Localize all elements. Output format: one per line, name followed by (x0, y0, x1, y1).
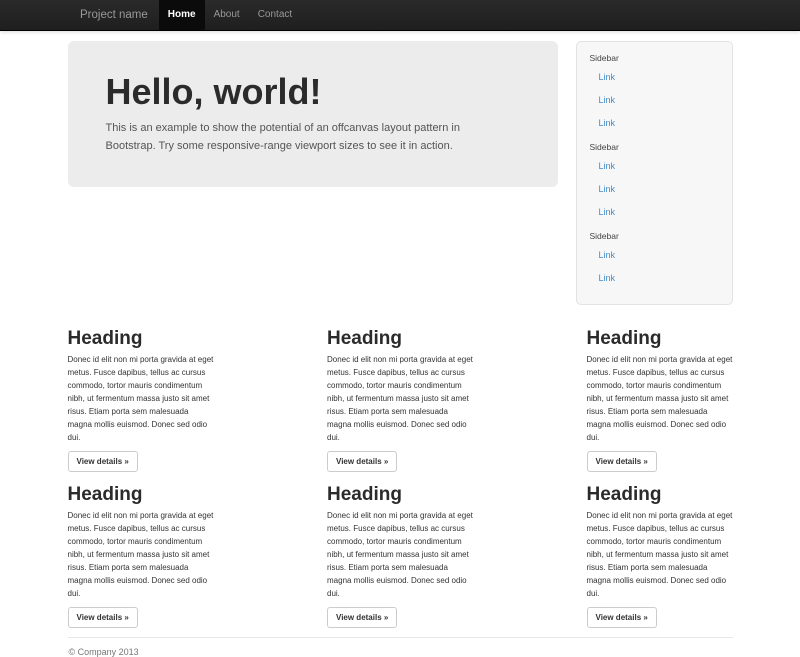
navbar-inner: Project name Home About Contact (70, 0, 800, 30)
card-heading: Heading (327, 484, 473, 506)
footer-divider (68, 637, 733, 638)
sidebar: Sidebar Link Link Link Sidebar Link Link… (576, 41, 733, 305)
content-card: Heading Donec id elit non mi porta gravi… (327, 328, 473, 472)
sidebar-link[interactable]: Link (589, 201, 720, 224)
cards-row-1: Heading Donec id elit non mi porta gravi… (68, 328, 733, 472)
cards-row-2: Heading Donec id elit non mi porta gravi… (68, 484, 733, 628)
page-container: Hello, world! This is an example to show… (68, 41, 733, 657)
jumbotron: Hello, world! This is an example to show… (68, 41, 558, 187)
sidebar-link[interactable]: Link (589, 112, 720, 135)
main-row: Hello, world! This is an example to show… (68, 41, 733, 305)
card-body-text: Donec id elit non mi porta gravida at eg… (327, 509, 473, 600)
sidebar-group-label: Sidebar (589, 231, 720, 241)
card-body-text: Donec id elit non mi porta gravida at eg… (68, 353, 214, 444)
card-heading: Heading (587, 328, 733, 350)
card-heading: Heading (327, 328, 473, 350)
card-heading: Heading (68, 328, 214, 350)
content-card: Heading Donec id elit non mi porta gravi… (587, 484, 733, 628)
main-nav: Home About Contact (159, 0, 301, 30)
card-body-text: Donec id elit non mi porta gravida at eg… (587, 509, 733, 600)
navbar: Project name Home About Contact (0, 0, 800, 31)
content-card: Heading Donec id elit non mi porta gravi… (587, 328, 733, 472)
sidebar-group-label: Sidebar (589, 142, 720, 152)
view-details-button[interactable]: View details » (587, 607, 657, 628)
card-heading: Heading (587, 484, 733, 506)
content-card: Heading Donec id elit non mi porta gravi… (327, 484, 473, 628)
sidebar-group-label: Sidebar (589, 53, 720, 63)
content-card: Heading Donec id elit non mi porta gravi… (68, 328, 214, 472)
jumbotron-description: This is an example to show the potential… (106, 119, 502, 155)
sidebar-link[interactable]: Link (589, 155, 720, 178)
nav-item-about[interactable]: About (205, 0, 249, 30)
card-body-text: Donec id elit non mi porta gravida at eg… (587, 353, 733, 444)
nav-item-contact[interactable]: Contact (249, 0, 301, 30)
card-body-text: Donec id elit non mi porta gravida at eg… (68, 509, 214, 600)
view-details-button[interactable]: View details » (68, 607, 138, 628)
sidebar-link[interactable]: Link (589, 66, 720, 89)
footer: © Company 2013 (68, 637, 733, 657)
sidebar-link[interactable]: Link (589, 244, 720, 267)
view-details-button[interactable]: View details » (587, 451, 657, 472)
page-title: Hello, world! (106, 72, 520, 112)
content-card: Heading Donec id elit non mi porta gravi… (68, 484, 214, 628)
nav-item-home[interactable]: Home (159, 0, 205, 30)
sidebar-link[interactable]: Link (589, 89, 720, 112)
sidebar-link[interactable]: Link (589, 267, 720, 290)
brand-link[interactable]: Project name (70, 0, 159, 30)
view-details-button[interactable]: View details » (327, 607, 397, 628)
sidebar-link[interactable]: Link (589, 178, 720, 201)
card-body-text: Donec id elit non mi porta gravida at eg… (327, 353, 473, 444)
main-content: Hello, world! This is an example to show… (68, 41, 558, 187)
copyright-text: © Company 2013 (68, 647, 733, 657)
view-details-button[interactable]: View details » (68, 451, 138, 472)
view-details-button[interactable]: View details » (327, 451, 397, 472)
card-heading: Heading (68, 484, 214, 506)
